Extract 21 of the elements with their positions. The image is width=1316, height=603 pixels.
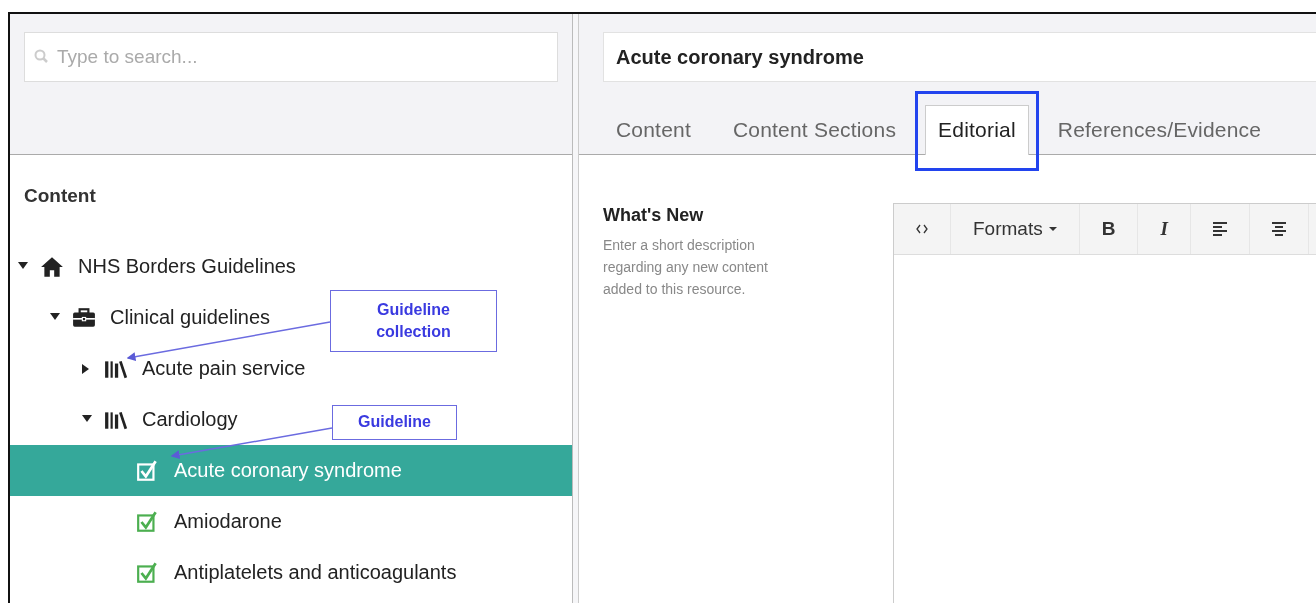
tree-item[interactable]: Acute pain service — [76, 343, 306, 394]
field-label: What's New — [603, 205, 705, 226]
bold-button[interactable]: B — [1079, 204, 1139, 254]
tab[interactable]: Content Sections — [719, 105, 910, 154]
title-field[interactable]: Acute coronary syndrome — [603, 32, 1316, 82]
tab[interactable]: References/Evidence — [1044, 105, 1275, 154]
rich-text-editor[interactable]: Formats B I — [893, 203, 1316, 603]
callout: Guideline collection — [330, 290, 497, 352]
tree-item[interactable]: Amiodarone — [108, 496, 282, 547]
tree-item[interactable]: Antiplatelets and anticoagulants — [108, 547, 457, 598]
tree-item[interactable]: Cardiology — [76, 394, 238, 445]
callout: Guideline — [332, 405, 457, 440]
search-field[interactable]: Type to search... — [24, 32, 558, 82]
tree-item[interactable]: NHS Borders Guidelines — [12, 241, 296, 292]
field-description: Enter a short description regarding any new content added to this resource. — [603, 236, 769, 299]
section-heading: Content — [23, 185, 97, 208]
tab[interactable]: Content — [603, 105, 704, 154]
tree-item[interactable]: Clinical guidelines — [44, 292, 271, 343]
formats-dropdown[interactable]: Formats — [951, 204, 1080, 254]
italic-button[interactable]: I — [1138, 204, 1191, 254]
tab[interactable]: Editorial — [925, 105, 1029, 155]
